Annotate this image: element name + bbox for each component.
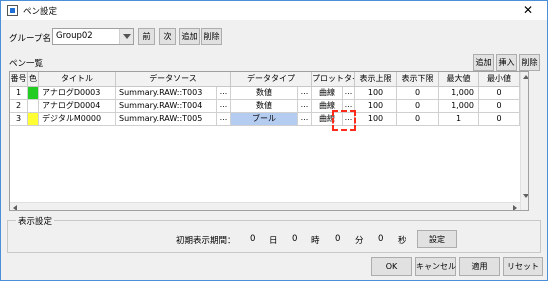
seconds-value: 0 <box>378 234 384 244</box>
seconds-unit: 秒 <box>398 236 407 246</box>
column-header-lower[interactable]: 表示下限 <box>397 72 439 87</box>
chevron-down-icon[interactable] <box>119 29 133 44</box>
table-row-1-source-browse[interactable]: ... <box>217 87 231 100</box>
table-row-1-lower[interactable]: 0 <box>397 87 439 100</box>
table-row-3-upper[interactable]: 100 <box>355 113 397 126</box>
column-header-title[interactable]: タイトル <box>39 72 116 87</box>
table-row-3-color-swatch[interactable] <box>28 113 39 126</box>
pen-list-label: ペン一覧 <box>9 59 44 69</box>
table-row-2-no[interactable]: 2 <box>10 100 28 113</box>
table-row-3-lower[interactable]: 0 <box>397 113 439 126</box>
next-button[interactable]: 次 <box>159 28 176 45</box>
add-pen-button[interactable]: 追加 <box>473 54 494 71</box>
table-row-2-upper[interactable]: 100 <box>355 100 397 113</box>
hours-value: 0 <box>292 234 298 244</box>
table-row-1-max[interactable]: 1,000 <box>439 87 479 100</box>
horizontal-scrollbar[interactable] <box>10 202 520 210</box>
add-group-button[interactable]: 追加 <box>179 28 200 45</box>
period-settings-button[interactable]: 設定 <box>417 230 457 248</box>
close-icon[interactable]: ✕ <box>515 2 541 18</box>
table-row-2-data-type[interactable]: 数値 <box>231 100 298 113</box>
table-row-1-plot-type[interactable]: 曲線 <box>312 87 343 100</box>
group-name-label: グループ名 <box>9 34 51 44</box>
table-row-1-data-type[interactable]: 数値 <box>231 87 298 100</box>
table-row-2-source[interactable]: Summary.RAW::T004 <box>116 100 217 113</box>
scroll-down-icon[interactable] <box>523 194 528 198</box>
table-row-2-source-browse[interactable]: ... <box>217 100 231 113</box>
insert-pen-button[interactable]: 挿入 <box>496 54 517 71</box>
window-title: ペン設定 <box>23 7 58 17</box>
table-row-3-min[interactable]: 0 <box>479 113 520 126</box>
days-value: 0 <box>250 234 256 244</box>
table-row-1-color-swatch[interactable] <box>28 87 39 100</box>
table-row-3-data-type[interactable]: ブール <box>231 113 298 126</box>
table-row-2-lower[interactable]: 0 <box>397 100 439 113</box>
table-row-3-no[interactable]: 3 <box>10 113 28 126</box>
column-header-upper[interactable]: 表示上限 <box>355 72 397 87</box>
column-header-color[interactable]: 色 <box>28 72 39 87</box>
table-row-1-min[interactable]: 0 <box>479 87 520 100</box>
column-header-data-type[interactable]: データタイプ <box>231 72 312 87</box>
table-row-3-source[interactable]: Summary.RAW::T005 <box>116 113 217 126</box>
column-header-source[interactable]: データソース <box>116 72 231 87</box>
hours-unit: 時 <box>311 236 320 246</box>
table-row-3-data-type-browse[interactable]: ... <box>298 113 312 126</box>
cancel-button[interactable]: キャンセル <box>415 257 456 276</box>
reset-button[interactable]: リセット <box>503 257 543 276</box>
days-unit: 日 <box>269 236 278 246</box>
table-row-1-data-type-browse[interactable]: ... <box>298 87 312 100</box>
vertical-scrollbar[interactable] <box>520 72 528 210</box>
table-row-2-color-swatch[interactable] <box>28 100 39 113</box>
table-row-2-min[interactable]: 0 <box>479 100 520 113</box>
delete-pen-button[interactable]: 削除 <box>519 54 540 71</box>
scroll-up-icon[interactable] <box>523 75 528 79</box>
scroll-left-icon[interactable] <box>13 205 17 210</box>
apply-button[interactable]: 適用 <box>459 257 500 276</box>
table-row-1-plot-type-browse[interactable]: ... <box>343 87 355 100</box>
table-row-1-title[interactable]: アナログD0003 <box>39 87 116 100</box>
table-row-3-max[interactable]: 1 <box>439 113 479 126</box>
table-row-2-title[interactable]: アナログD0004 <box>39 100 116 113</box>
minutes-value: 0 <box>335 234 341 244</box>
prev-button[interactable]: 前 <box>138 28 155 45</box>
app-icon <box>7 5 18 16</box>
table-row-1-upper[interactable]: 100 <box>355 87 397 100</box>
column-header-plot-type[interactable]: プロットタイプ <box>312 72 355 87</box>
table-row-3-title[interactable]: デジタルM0000 <box>39 113 116 126</box>
pen-table[interactable]: 番号 色 タイトル データソース データタイプ プロットタイプ 表示上限 表示下… <box>9 71 529 211</box>
table-row-3-source-browse[interactable]: ... <box>217 113 231 126</box>
group-name-value: Group02 <box>56 31 93 41</box>
column-header-no[interactable]: 番号 <box>10 72 28 87</box>
scroll-right-icon[interactable] <box>513 205 517 210</box>
title-bar: ペン設定 ✕ <box>1 1 547 20</box>
table-row-2-max[interactable]: 1,000 <box>439 100 479 113</box>
delete-group-button[interactable]: 削除 <box>201 28 222 45</box>
group-name-combobox[interactable]: Group02 <box>52 28 134 45</box>
pen-settings-dialog: ペン設定 ✕ グループ名 Group02 前 次 追加 削除 ペン一覧 追加 挿… <box>0 0 548 281</box>
column-header-max[interactable]: 最大値 <box>439 72 479 87</box>
column-header-min[interactable]: 最小値 <box>479 72 520 87</box>
minutes-unit: 分 <box>355 236 364 246</box>
highlight-marker <box>332 110 356 131</box>
ok-button[interactable]: OK <box>371 257 412 276</box>
table-row-2-data-type-browse[interactable]: ... <box>298 100 312 113</box>
table-row-1-no[interactable]: 1 <box>10 87 28 100</box>
display-settings-legend: 表示設定 <box>16 215 55 227</box>
table-row-1-source[interactable]: Summary.RAW::T003 <box>116 87 217 100</box>
initial-period-label: 初期表示期間： <box>176 236 236 246</box>
